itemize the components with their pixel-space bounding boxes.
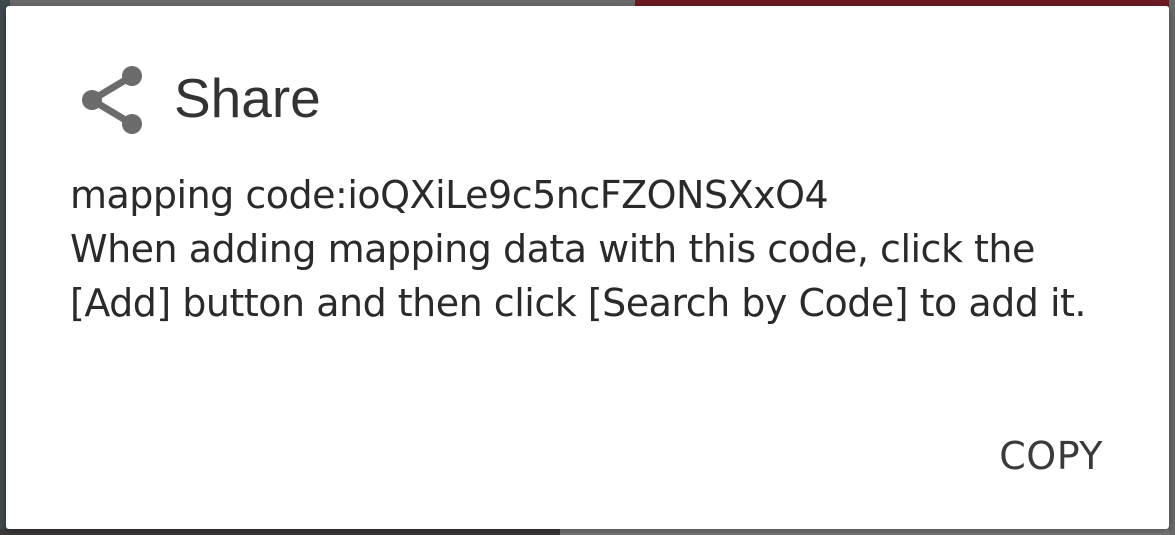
background-bottom-left	[0, 529, 560, 535]
background-right-edge	[1169, 0, 1175, 535]
dialog-header: Share	[78, 58, 321, 138]
dialog-title: Share	[174, 66, 321, 129]
share-icon	[78, 62, 144, 134]
instruction-text: When adding mapping data with this code,…	[70, 227, 1087, 325]
background-bottom-right	[560, 529, 1175, 535]
share-dialog: Share mapping code:ioQXiLe9c5ncFZONSXxO4…	[6, 6, 1169, 529]
dialog-message: mapping code:ioQXiLe9c5ncFZONSXxO4 When …	[70, 168, 1120, 330]
mapping-code-text: mapping code:ioQXiLe9c5ncFZONSXxO4	[70, 173, 829, 217]
copy-button[interactable]: COPY	[999, 434, 1103, 478]
dialog-actions: COPY	[999, 434, 1103, 478]
